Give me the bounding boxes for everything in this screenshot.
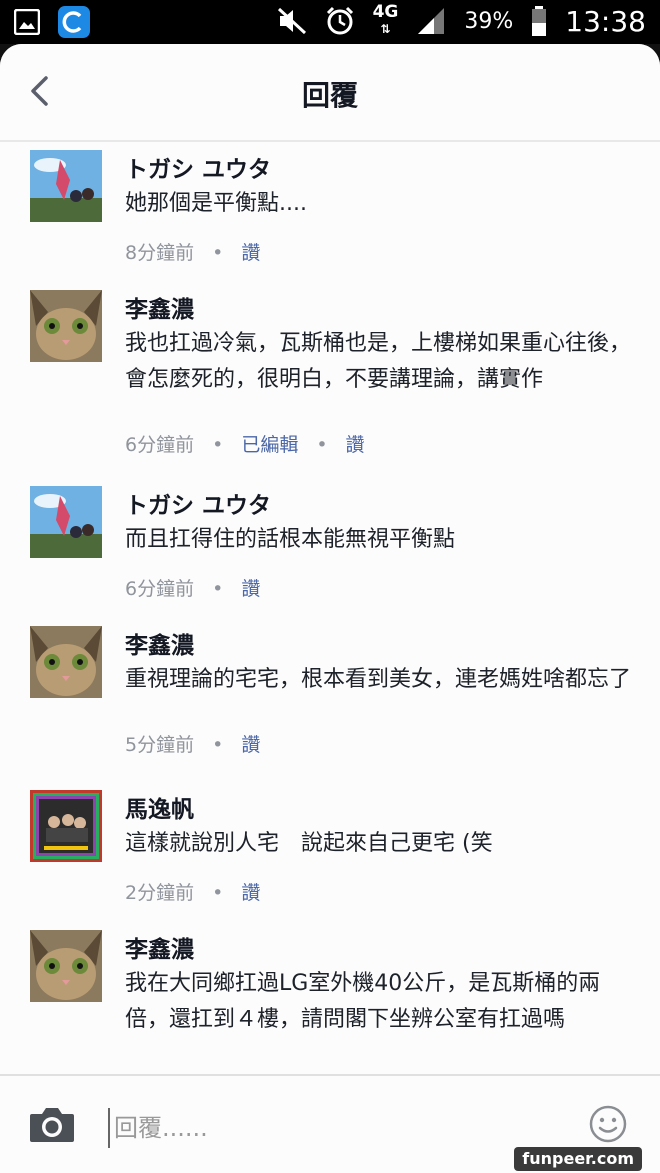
like-button[interactable]: 讚 — [346, 434, 365, 456]
anime-avatar[interactable] — [30, 150, 102, 222]
comment-time: 8分鐘前 — [125, 242, 195, 264]
like-button[interactable]: 讚 — [241, 882, 260, 904]
comment-author[interactable]: 李鑫濃 — [125, 290, 194, 324]
reply-input[interactable] — [108, 1108, 576, 1148]
comment-text: 這樣就說別人宅 說起來自己更宅 (笑 — [125, 831, 493, 856]
cat-avatar[interactable] — [30, 626, 102, 698]
anime-avatar[interactable] — [30, 486, 102, 558]
reply-sheet: 回覆 トガシ ユウタ 她那個是平衡點.... 8分鐘前 • 讚 李鑫濃 我也扛過… — [0, 44, 660, 1173]
cat-avatar[interactable] — [30, 930, 102, 1002]
clock: 13:38 — [565, 4, 646, 38]
comment-time: 6分鐘前 — [125, 434, 195, 456]
like-button[interactable]: 讚 — [241, 242, 260, 264]
comment-meta: 2分鐘前 • 讚 — [125, 882, 261, 904]
smiley-icon[interactable] — [588, 1104, 628, 1144]
app-notification-icon — [58, 6, 90, 38]
comment-author[interactable]: トガシ ユウタ — [125, 486, 271, 520]
mute-icon — [277, 7, 306, 35]
camera-icon[interactable] — [28, 1104, 76, 1144]
comment-meta: 6分鐘前 • 已編輯 • 讚 — [125, 434, 365, 456]
comment-text: 她那個是平衡點.... — [125, 191, 307, 216]
battery-percent: 39% — [464, 8, 514, 34]
cat-avatar[interactable] — [30, 290, 102, 362]
comment-text: 我在大同鄉扛過LG室外機40公斤，是瓦斯桶的兩倍，還扛到４樓，請問閣下坐辨公室有… — [125, 971, 601, 1032]
like-button[interactable]: 讚 — [241, 578, 260, 600]
status-bar: 4G ⇅ 39% 13:38 — [0, 0, 660, 44]
battery-icon — [532, 6, 547, 36]
comment-author[interactable]: 李鑫濃 — [125, 626, 194, 660]
edited-label[interactable]: 已編輯 — [241, 434, 298, 456]
header: 回覆 — [0, 44, 660, 142]
comment-author[interactable]: 李鑫濃 — [125, 930, 194, 964]
alarm-icon — [326, 6, 353, 35]
signal-icon — [418, 8, 445, 34]
group-photo-avatar[interactable] — [30, 790, 102, 862]
like-button[interactable]: 讚 — [241, 734, 260, 756]
comment-meta: 8分鐘前 • 讚 — [125, 242, 261, 264]
network-indicator: 4G ⇅ — [372, 2, 399, 37]
comment-author[interactable]: トガシ ユウタ — [125, 150, 271, 184]
comment-text: 而且扛得住的話根本能無視平衡點 — [125, 527, 456, 552]
comment-time: 2分鐘前 — [125, 882, 195, 904]
comment-author[interactable]: 馬逸帆 — [125, 790, 194, 824]
comment-time: 6分鐘前 — [125, 578, 195, 600]
comment-meta: 5分鐘前 • 讚 — [125, 734, 261, 756]
gallery-icon — [14, 9, 40, 35]
comment-text: 我也扛過冷氣，瓦斯桶也是，上樓梯如果重心往後，會怎麼死的，很明白，不要講理論，講… — [125, 331, 632, 392]
comment-text: 重視理論的宅宅，根本看到美女，連老媽姓啥都忘了 — [125, 667, 632, 692]
page-title: 回覆 — [301, 79, 358, 112]
comment-meta: 6分鐘前 • 讚 — [125, 578, 261, 600]
comment-time: 5分鐘前 — [125, 734, 195, 756]
watermark: funpeer.com — [514, 1147, 642, 1171]
